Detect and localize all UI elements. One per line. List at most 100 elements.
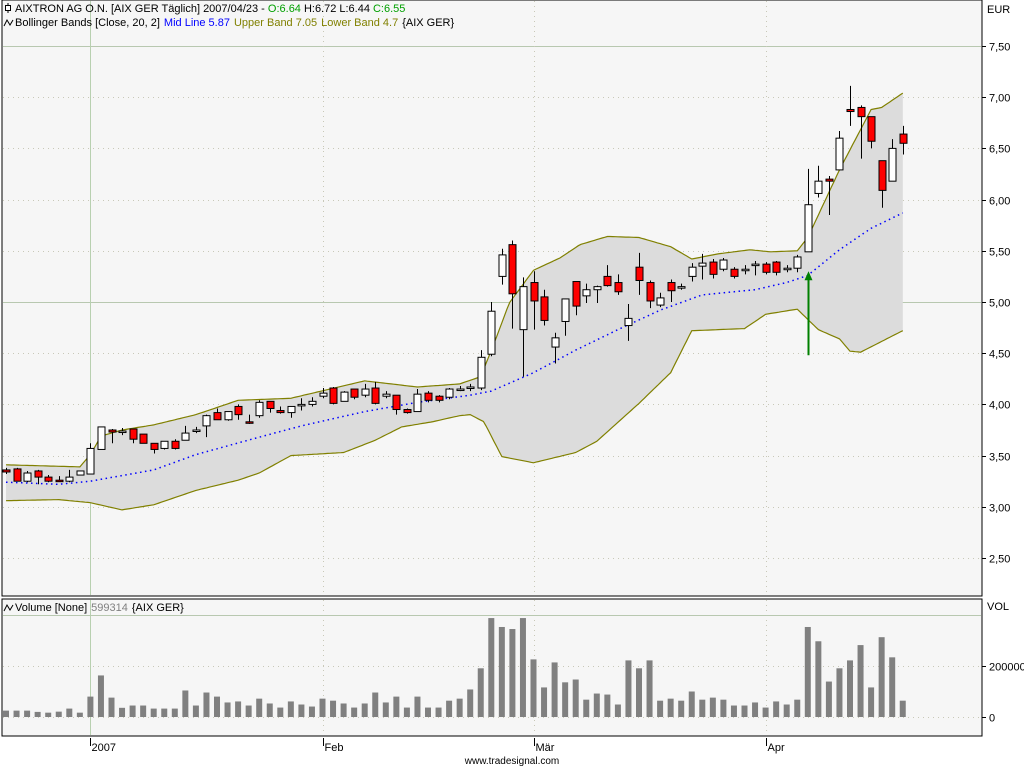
candle-body-down <box>709 261 718 275</box>
volume-bar <box>593 693 600 717</box>
candle-body-down <box>614 282 623 293</box>
candle <box>329 386 338 405</box>
candle-body-up <box>445 388 454 398</box>
volume-bar <box>762 707 769 717</box>
candle-body-down <box>867 116 876 142</box>
candle-body-up <box>561 298 570 322</box>
y-tick-label: 4,00 <box>989 400 1010 412</box>
legend-symbol: AIXTRON AG O.N. [AIX GER Täglich] 2007/0… <box>15 3 268 15</box>
volume-bar <box>287 701 294 717</box>
candle-body-down <box>266 400 275 409</box>
volume-bar <box>783 704 790 717</box>
legend-line-volume: Volume [None] 599314 {AIX GER} <box>15 602 184 614</box>
candle-body-up <box>814 180 823 194</box>
candle-body-down <box>540 296 549 321</box>
legend-vol-symbol: {AIX GER} <box>132 602 184 614</box>
volume-bar <box>361 703 368 717</box>
volume-bar <box>636 668 642 717</box>
volume-bar <box>256 698 263 717</box>
candle-body-down <box>730 268 739 277</box>
candle <box>730 267 739 279</box>
candle-body-up <box>719 259 728 270</box>
candle-body-down <box>508 244 517 295</box>
candle-body-up <box>656 297 665 306</box>
volume-bar <box>298 704 305 717</box>
volume-bar <box>330 700 337 717</box>
legend-high: H:6.72 <box>304 3 336 15</box>
volume-bar <box>34 711 41 717</box>
candle-body-up <box>287 405 296 414</box>
candle-body-up <box>741 268 750 272</box>
volume-bar <box>171 708 178 717</box>
x-tick-label: 2007 <box>92 742 116 754</box>
legend-bb-lower: Lower Band 4.7 <box>321 17 398 29</box>
y-tick-label: 200000 <box>989 662 1024 674</box>
candle-body-down <box>825 178 834 182</box>
volume-bar <box>192 705 199 717</box>
candle-body-down <box>13 468 22 482</box>
volume-bar <box>815 641 822 717</box>
candle-body-up <box>477 356 486 389</box>
volume-bar <box>625 660 632 717</box>
candle-body-up <box>86 447 95 475</box>
volume-bar <box>646 660 653 717</box>
volume-bar <box>13 710 20 717</box>
volume-bar <box>847 660 853 717</box>
candle <box>255 400 264 418</box>
volume-bar <box>667 698 674 717</box>
volume-bar <box>720 699 727 717</box>
candle-body-down <box>424 392 433 401</box>
candle-body-down <box>350 388 359 398</box>
candle-body-down <box>392 394 401 411</box>
candle-body-down <box>667 282 676 292</box>
volume-bar <box>45 712 52 717</box>
volume-bar <box>446 700 453 717</box>
candle-body-down <box>572 281 581 307</box>
candle-body-up <box>783 267 792 271</box>
volume-bar <box>868 687 875 717</box>
volume-bar <box>214 696 220 717</box>
candle-body-up <box>192 429 201 432</box>
volume-bar <box>3 710 9 717</box>
legend-close: C:6.55 <box>373 3 405 15</box>
volume-bar <box>414 696 421 717</box>
volume-bar <box>266 703 273 717</box>
y-tick-label: 6,00 <box>989 196 1010 208</box>
volume-bar <box>699 699 706 717</box>
candle-body-down <box>139 433 148 444</box>
candle-body-up <box>255 401 264 417</box>
candle-body-up <box>181 432 190 441</box>
volume-legend[interactable]: Volume [None] 599314 {AIX GER} <box>3 602 184 614</box>
volume-bar <box>794 699 801 717</box>
volume-bar <box>161 708 168 717</box>
candle-body-up <box>97 426 106 450</box>
candle-body-up <box>466 386 475 389</box>
volume-bar <box>773 701 780 717</box>
candle <box>224 411 233 421</box>
volume-bar <box>899 700 906 717</box>
footer-link[interactable]: www.tradesignal.com <box>464 756 559 767</box>
volume-bar <box>319 698 326 717</box>
candle <box>340 391 349 402</box>
volume-bar <box>76 712 83 717</box>
candle-body-up <box>76 470 85 476</box>
candle-body-up <box>751 263 760 267</box>
volume-bar <box>372 692 379 717</box>
candle-body-up <box>593 286 602 291</box>
x-tick-label: Apr <box>768 742 785 754</box>
candle-body-down <box>276 410 285 414</box>
volume-bar <box>678 700 685 717</box>
candle-body-down <box>530 282 539 302</box>
volume-bar <box>688 691 695 717</box>
volume-bar <box>583 699 590 717</box>
volume-bar <box>878 637 885 717</box>
volume-bar <box>551 662 558 717</box>
legend-line-1: AIXTRON AG O.N. [AIX GER Täglich] 2007/0… <box>15 3 405 15</box>
volume-bar <box>203 692 210 717</box>
candle-body-up <box>202 415 211 427</box>
candle <box>719 257 728 272</box>
candle-body-down <box>635 266 644 281</box>
candle-body-down <box>108 429 117 433</box>
volume-bar <box>55 711 62 717</box>
volume-bar <box>425 707 431 717</box>
